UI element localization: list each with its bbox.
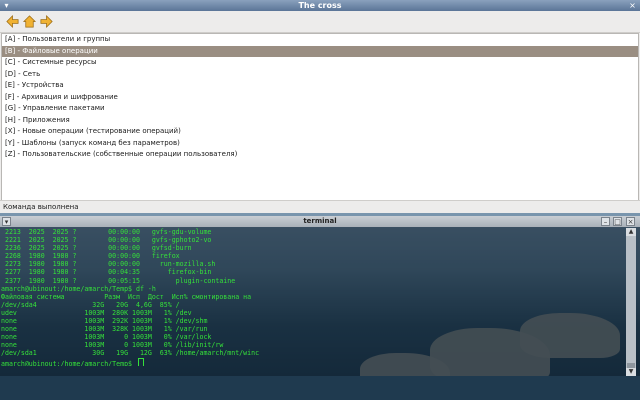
home-icon[interactable] bbox=[22, 14, 37, 29]
terminal-line-text: amarch@ubinout:/home/amarch/Temp$ bbox=[1, 359, 136, 366]
terminal-line: none 1003M 0 1003M 0% /lib/init/rw bbox=[1, 341, 625, 349]
minimize-icon[interactable]: – bbox=[601, 217, 610, 226]
status-bar: Команда выполнена bbox=[0, 200, 640, 214]
terminal-cursor bbox=[137, 357, 144, 366]
terminal-line-text: 2213 2025 2025 ? 00:00:00 gvfs-gdu-volum… bbox=[1, 228, 212, 236]
list-item[interactable]: [C] - Системные ресурсы bbox=[2, 57, 638, 69]
terminal-line-text: none 1003M 292K 1003M 1% /dev/shm bbox=[1, 317, 208, 326]
terminal-line: 2221 2025 2025 ? 00:00:00 gvfs-gphoto2-v… bbox=[1, 236, 625, 244]
forward-arrow-icon[interactable] bbox=[39, 14, 54, 29]
list-item[interactable]: [D] - Сеть bbox=[2, 69, 638, 81]
list-item[interactable]: [B] - Файловые операции bbox=[2, 45, 638, 57]
terminal-line: 2273 1980 1980 ? 00:00:00 run-mozilla.sh bbox=[1, 260, 625, 268]
terminal-line: 2377 1980 1980 ? 00:05:15 plugin-contain… bbox=[1, 277, 625, 285]
terminal-line-text: 2377 1980 1980 ? 00:05:15 plugin-contain… bbox=[1, 276, 236, 285]
list-item[interactable]: [Z] - Пользовательские (собственные опер… bbox=[2, 149, 638, 161]
terminal-line: 2268 1980 1980 ? 00:00:00 firefox bbox=[1, 252, 625, 260]
close-icon[interactable]: × bbox=[626, 217, 635, 226]
terminal-line: 2277 1980 1980 ? 00:04:35 firefox-bin bbox=[1, 268, 625, 276]
terminal-line-text: 2268 1980 1980 ? 00:00:00 firefox bbox=[1, 252, 180, 261]
terminal-output[interactable]: 2213 2025 2025 ? 00:00:00 gvfs-gdu-volum… bbox=[1, 228, 625, 376]
terminal-line-text: udev 1003M 280K 1003M 1% /dev bbox=[1, 308, 192, 317]
terminal-line-text: Файловая система Разм Исп Дост Исп% смон… bbox=[1, 292, 252, 301]
terminal-line: udev 1003M 280K 1003M 1% /dev bbox=[1, 309, 625, 317]
list-item[interactable]: [F] - Архивация и шифрование bbox=[2, 92, 638, 104]
terminal-line: 2236 2025 2025 ? 00:00:00 gvfsd-burn bbox=[1, 244, 625, 252]
app-window: ▾ The cross × [A] - Пользователи и групп… bbox=[0, 0, 640, 213]
terminal-line: none 1003M 292K 1003M 1% /dev/shm bbox=[1, 317, 625, 325]
scroll-up-icon[interactable]: ▲ bbox=[626, 228, 636, 236]
terminal-line: /dev/sda1 30G 19G 12G 63% /home/amarch/m… bbox=[1, 349, 625, 357]
terminal-line: 2213 2025 2025 ? 00:00:00 gvfs-gdu-volum… bbox=[1, 228, 625, 236]
desktop-bottom-strip bbox=[0, 376, 640, 400]
back-arrow-icon[interactable] bbox=[5, 14, 20, 29]
list-item[interactable]: [E] - Устройства bbox=[2, 80, 638, 92]
terminal-line-text: /dev/sda1 30G 19G 12G 63% /home/amarch/m… bbox=[1, 349, 260, 358]
terminal-line-text: 2236 2025 2025 ? 00:00:00 gvfsd-burn bbox=[1, 244, 192, 253]
terminal-line: amarch@ubinout:/home/amarch/Temp$ df -h bbox=[1, 285, 625, 293]
list-item[interactable]: [Y] - Шаблоны (запуск команд без парамет… bbox=[2, 138, 638, 150]
app-titlebar[interactable]: ▾ The cross × bbox=[0, 0, 640, 11]
list-item[interactable]: [H] - Приложения bbox=[2, 115, 638, 127]
terminal-line: amarch@ubinout:/home/amarch/Temp$ bbox=[1, 357, 625, 366]
terminal-line-text: 2221 2025 2025 ? 00:00:00 gvfs-gphoto2-v… bbox=[1, 236, 212, 245]
terminal-titlebar[interactable]: ▾ terminal – □ × bbox=[0, 216, 640, 227]
terminal-line-text: none 1003M 328K 1003M 1% /var/run bbox=[1, 325, 208, 334]
terminal-line-text: 2277 1980 1980 ? 00:04:35 firefox-bin bbox=[1, 268, 212, 277]
terminal-window: ▾ terminal – □ × 2213 2025 2025 ? 00:00:… bbox=[0, 216, 640, 376]
terminal-line: none 1003M 328K 1003M 1% /var/run bbox=[1, 325, 625, 333]
maximize-icon[interactable]: □ bbox=[613, 217, 622, 226]
terminal-line-text: none 1003M 0 1003M 0% /lib/init/rw bbox=[1, 341, 224, 350]
terminal-scrollbar[interactable]: ▲ ▼ bbox=[626, 228, 636, 376]
terminal-line-text: 2273 1980 1980 ? 00:00:00 run-mozilla.sh bbox=[1, 260, 216, 269]
list-item[interactable]: [X] - Новые операции (тестирование опера… bbox=[2, 126, 638, 138]
terminal-line-text: amarch@ubinout:/home/amarch/Temp$ df -h bbox=[1, 284, 156, 293]
scroll-down-icon[interactable]: ▼ bbox=[626, 368, 636, 376]
app-toolbar bbox=[0, 11, 640, 33]
terminal-line: none 1003M 0 1003M 0% /var/lock bbox=[1, 333, 625, 341]
operations-list: [A] - Пользователи и группы [B] - Файловы… bbox=[1, 33, 639, 201]
list-item[interactable]: [A] - Пользователи и группы bbox=[2, 34, 638, 46]
app-title: The cross bbox=[298, 1, 342, 10]
terminal-title: terminal bbox=[303, 217, 337, 225]
close-icon[interactable]: × bbox=[628, 1, 637, 10]
terminal-line: Файловая система Разм Исп Дост Исп% смон… bbox=[1, 293, 625, 301]
terminal-line-text: /dev/sda4 32G 20G 4,6G 85% / bbox=[1, 300, 180, 309]
terminal-line-text: none 1003M 0 1003M 0% /var/lock bbox=[1, 333, 212, 342]
terminal-line: /dev/sda4 32G 20G 4,6G 85% / bbox=[1, 301, 625, 309]
list-item[interactable]: [G] - Управление пакетами bbox=[2, 103, 638, 115]
